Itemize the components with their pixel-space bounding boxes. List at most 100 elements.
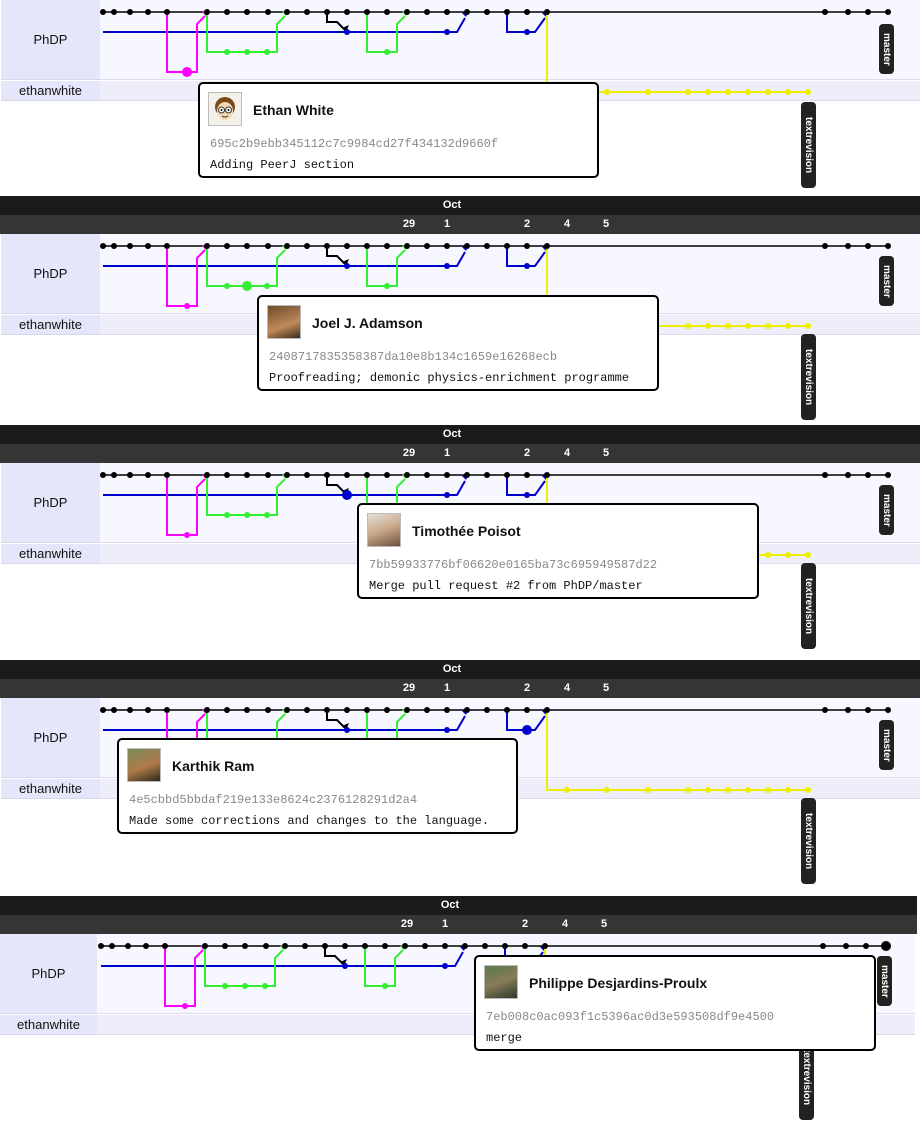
commit-dot[interactable] [484, 472, 490, 478]
commit-dot[interactable] [822, 707, 828, 713]
commit-sha[interactable]: 2408717835358387da10e8b134c1659e16268ecb [269, 350, 557, 364]
commit-dot[interactable] [364, 243, 370, 249]
commit-dot[interactable] [765, 323, 771, 329]
commit-dot[interactable] [244, 9, 250, 15]
commit-dot[interactable] [865, 243, 871, 249]
commit-dot[interactable] [863, 943, 869, 949]
commit-dot[interactable] [604, 787, 610, 793]
commit-dot[interactable] [725, 89, 731, 95]
commit-dot[interactable] [845, 243, 851, 249]
commit-dot[interactable] [524, 492, 530, 498]
commit-dot[interactable] [184, 303, 190, 309]
commit-dot[interactable] [204, 9, 210, 15]
commit-dot[interactable] [127, 472, 133, 478]
commit-dot[interactable] [444, 263, 450, 269]
commit-dot[interactable] [444, 492, 450, 498]
commit-dot[interactable] [524, 707, 530, 713]
commit-dot[interactable] [224, 49, 230, 55]
commit-dot[interactable] [304, 707, 310, 713]
commit-dot[interactable] [845, 472, 851, 478]
commit-dot[interactable] [324, 472, 330, 478]
commit-dot[interactable] [264, 283, 270, 289]
commit-dot[interactable] [865, 472, 871, 478]
commit-dot[interactable] [242, 943, 248, 949]
commit-dot[interactable] [765, 552, 771, 558]
commit-dot[interactable] [364, 9, 370, 15]
commit-dot[interactable] [262, 983, 268, 989]
commit-dot[interactable] [324, 707, 330, 713]
commit-dot[interactable] [645, 89, 651, 95]
commit-dot[interactable] [100, 472, 106, 478]
commit-dot[interactable] [342, 963, 348, 969]
commit-dot[interactable] [544, 707, 550, 713]
commit-dot[interactable] [805, 787, 811, 793]
commit-dot[interactable] [444, 29, 450, 35]
commit-dot[interactable] [524, 243, 530, 249]
commit-dot[interactable] [302, 943, 308, 949]
commit-dot[interactable] [143, 943, 149, 949]
commit-dot[interactable] [885, 243, 891, 249]
commit-dot[interactable] [242, 983, 248, 989]
commit-dot[interactable] [524, 263, 530, 269]
commit-dot[interactable] [322, 943, 328, 949]
commit-dot[interactable] [384, 283, 390, 289]
commit-dot[interactable] [204, 472, 210, 478]
commit-dot[interactable] [725, 787, 731, 793]
commit-dot[interactable] [885, 707, 891, 713]
commit-dot[interactable] [184, 532, 190, 538]
commit-dot[interactable] [382, 943, 388, 949]
commit-dot[interactable] [111, 9, 117, 15]
commit-dot[interactable] [344, 727, 350, 733]
commit-dot[interactable] [111, 472, 117, 478]
commit-sha[interactable]: 7eb008c0ac093f1c5396ac0d3e593508df9e4500 [486, 1010, 774, 1024]
commit-dot[interactable] [822, 9, 828, 15]
commit-dot[interactable] [265, 472, 271, 478]
commit-dot[interactable] [384, 49, 390, 55]
commit-dot[interactable] [484, 243, 490, 249]
commit-dot[interactable] [384, 9, 390, 15]
commit-dot[interactable] [384, 243, 390, 249]
selected-commit-dot[interactable] [342, 490, 352, 500]
commit-dot[interactable] [182, 1003, 188, 1009]
commit-dot[interactable] [304, 9, 310, 15]
commit-dot[interactable] [344, 263, 350, 269]
commit-dot[interactable] [502, 943, 508, 949]
commit-dot[interactable] [805, 323, 811, 329]
commit-dot[interactable] [382, 983, 388, 989]
selected-commit-dot[interactable] [182, 67, 192, 77]
commit-dot[interactable] [444, 9, 450, 15]
selected-commit-dot[interactable] [522, 725, 532, 735]
commit-dot[interactable] [524, 9, 530, 15]
commit-dot[interactable] [100, 243, 106, 249]
commit-dot[interactable] [424, 9, 430, 15]
commit-dot[interactable] [324, 9, 330, 15]
commit-dot[interactable] [442, 943, 448, 949]
commit-dot[interactable] [98, 943, 104, 949]
commit-dot[interactable] [244, 243, 250, 249]
commit-dot[interactable] [745, 787, 751, 793]
commit-dot[interactable] [402, 943, 408, 949]
commit-dot[interactable] [222, 943, 228, 949]
commit-dot[interactable] [444, 472, 450, 478]
commit-dot[interactable] [685, 323, 691, 329]
commit-dot[interactable] [464, 472, 470, 478]
commit-dot[interactable] [145, 472, 151, 478]
commit-dot[interactable] [100, 707, 106, 713]
commit-sha[interactable]: 7bb59933776bf06620e0165ba73c695949587d22 [369, 558, 657, 572]
commit-dot[interactable] [145, 243, 151, 249]
commit-dot[interactable] [111, 707, 117, 713]
master-branch-tag[interactable]: master [879, 720, 894, 770]
commit-dot[interactable] [344, 707, 350, 713]
commit-dot[interactable] [384, 707, 390, 713]
commit-dot[interactable] [384, 472, 390, 478]
commit-dot[interactable] [364, 472, 370, 478]
commit-dot[interactable] [109, 943, 115, 949]
commit-dot[interactable] [845, 9, 851, 15]
textrevision-branch-tag[interactable]: textrevision [801, 334, 816, 420]
commit-dot[interactable] [504, 472, 510, 478]
commit-dot[interactable] [745, 89, 751, 95]
commit-dot[interactable] [244, 707, 250, 713]
commit-dot[interactable] [204, 707, 210, 713]
commit-dot[interactable] [224, 9, 230, 15]
commit-dot[interactable] [304, 243, 310, 249]
